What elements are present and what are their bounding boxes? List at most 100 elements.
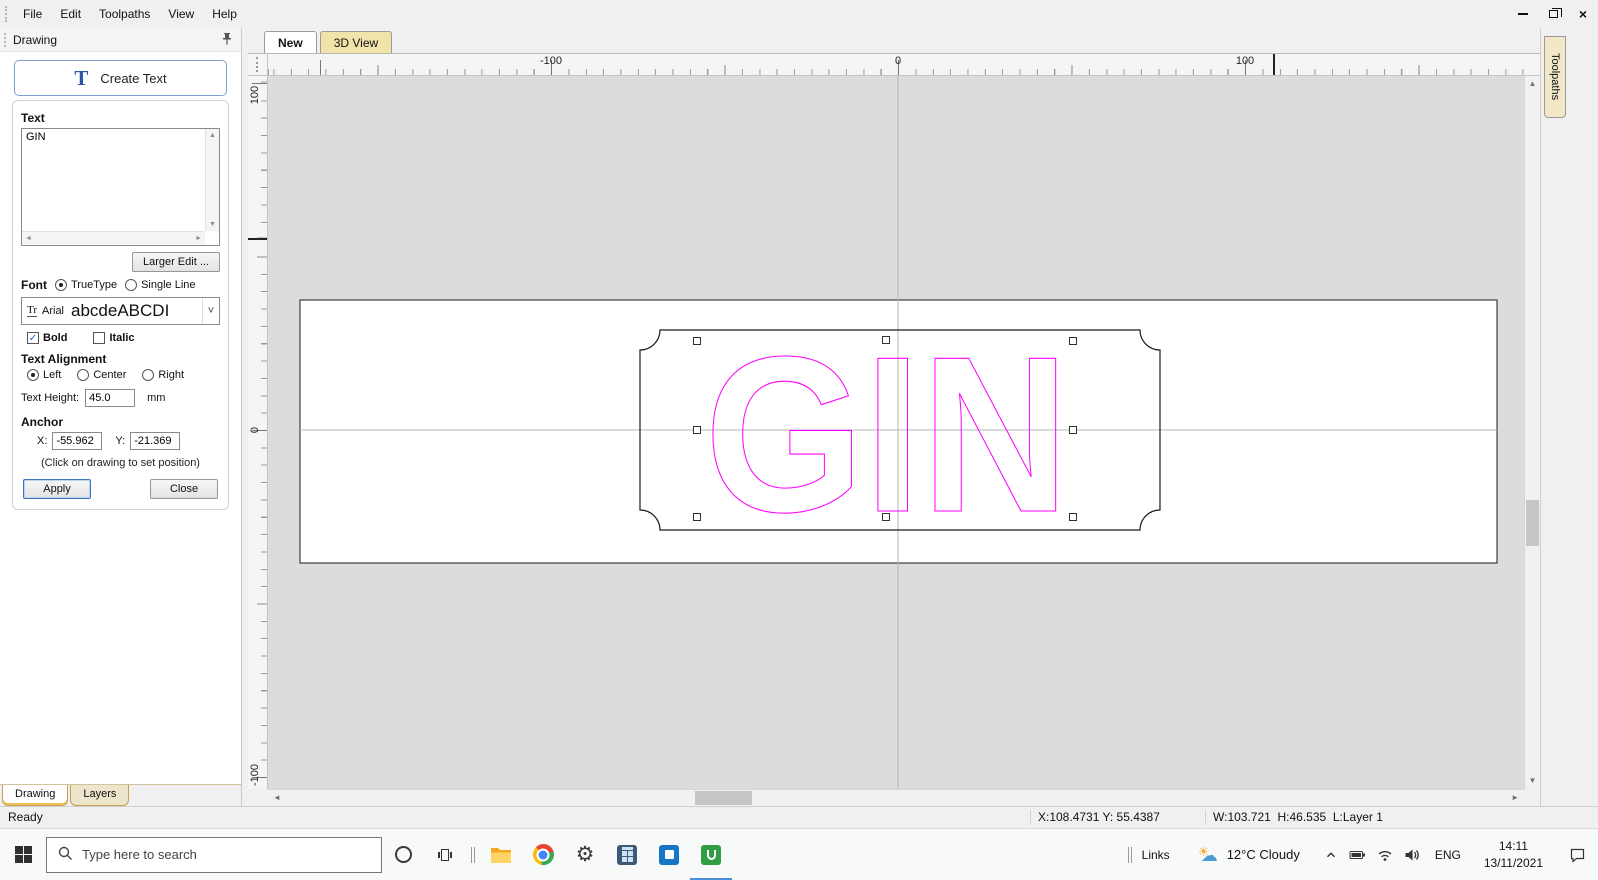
- search-icon: [58, 846, 73, 864]
- minimize-button[interactable]: [1508, 0, 1538, 28]
- taskbar-clock[interactable]: 14:11 13/11/2021: [1476, 838, 1551, 870]
- selection-handle[interactable]: [1069, 513, 1077, 521]
- task-view-button[interactable]: [424, 829, 466, 880]
- checkmark-icon: ✓: [27, 332, 39, 344]
- drawing-panel: Drawing T Create Text Text GIN ▲ ▼ ◄ ► L…: [0, 28, 242, 806]
- scroll-right-icon[interactable]: ►: [195, 235, 202, 242]
- selection-handle[interactable]: [1069, 337, 1077, 345]
- selection-handle[interactable]: [693, 426, 701, 434]
- drawing-viewport[interactable]: GIN: [268, 76, 1524, 789]
- taskbar-search[interactable]: [46, 836, 382, 873]
- restore-button[interactable]: [1538, 0, 1568, 28]
- text-vector-gin[interactable]: GIN: [704, 310, 1070, 559]
- vertical-scroll-thumb[interactable]: [1526, 500, 1539, 546]
- window-controls: ×: [1508, 0, 1598, 28]
- settings-button[interactable]: ⚙: [564, 829, 606, 880]
- apply-button[interactable]: Apply: [23, 479, 91, 499]
- menu-bar: File Edit Toolpaths View Help ×: [0, 0, 1598, 28]
- menu-edit[interactable]: Edit: [51, 0, 90, 28]
- scroll-up-icon[interactable]: ▲: [206, 132, 219, 139]
- anchor-x-label: X:: [37, 435, 48, 447]
- anchor-y-input[interactable]: [130, 432, 181, 450]
- alignment-label: Text Alignment: [21, 352, 107, 366]
- textarea-vertical-scrollbar[interactable]: ▲ ▼: [205, 129, 219, 231]
- larger-edit-button[interactable]: Larger Edit ...: [131, 252, 220, 272]
- cortana-button[interactable]: [382, 829, 424, 880]
- selection-handle[interactable]: [693, 513, 701, 521]
- align-left-radio[interactable]: Left: [27, 369, 61, 381]
- file-explorer-button[interactable]: [480, 829, 522, 880]
- weather-text: 12°C Cloudy: [1226, 847, 1300, 862]
- menubar-grip[interactable]: [5, 6, 8, 22]
- selection-handle[interactable]: [1069, 426, 1077, 434]
- links-toolbar[interactable]: Links: [1112, 829, 1184, 880]
- scroll-right-icon[interactable]: ►: [1511, 794, 1519, 802]
- search-input[interactable]: [82, 847, 370, 862]
- bold-checkbox[interactable]: ✓ Bold: [27, 332, 67, 344]
- status-divider: [1205, 810, 1206, 825]
- font-select[interactable]: Tr Arial abcdeABCDI ˅: [21, 297, 220, 325]
- toolpaths-tab[interactable]: Toolpaths: [1544, 36, 1566, 118]
- truetype-font-icon: Tr: [27, 304, 37, 317]
- taskbar-right: Links ☀ ☁ 12°C Cloudy ENG 14:11 13/11/20…: [1112, 829, 1598, 880]
- close-button[interactable]: ×: [1568, 0, 1598, 28]
- file-explorer-icon: [491, 847, 511, 863]
- textarea-horizontal-scrollbar[interactable]: ◄ ►: [22, 231, 205, 245]
- scroll-down-icon[interactable]: ▼: [1525, 777, 1540, 785]
- drawing-canvas: GIN: [299, 76, 1498, 789]
- scroll-up-icon[interactable]: ▲: [1525, 80, 1540, 88]
- selection-handle[interactable]: [882, 513, 890, 521]
- font-preview: abcdeABCDI: [71, 301, 170, 320]
- tab-drawing[interactable]: Drawing: [2, 785, 69, 806]
- tab-layers[interactable]: Layers: [70, 785, 130, 806]
- text-height-input[interactable]: [85, 389, 136, 407]
- align-right-radio[interactable]: Right: [142, 369, 184, 381]
- anchor-x-input[interactable]: [52, 432, 103, 450]
- selection-handle[interactable]: [693, 337, 701, 345]
- weather-widget[interactable]: ☀ ☁ 12°C Cloudy: [1184, 829, 1314, 880]
- vertical-scrollbar[interactable]: ▲ ▼: [1524, 76, 1540, 789]
- panel-grip[interactable]: [4, 32, 7, 47]
- italic-checkbox[interactable]: Italic: [93, 332, 135, 344]
- checkbox-box: [93, 332, 106, 344]
- scroll-down-icon[interactable]: ▼: [206, 221, 219, 228]
- wifi-icon[interactable]: [1377, 848, 1393, 862]
- scroll-left-icon[interactable]: ◄: [273, 794, 281, 802]
- text-tool-icon: T: [74, 65, 89, 90]
- tab-3d-view[interactable]: 3D View: [319, 31, 393, 53]
- font-label: Font: [21, 278, 47, 292]
- blue-app-button[interactable]: [648, 829, 690, 880]
- status-bar: Ready X:108.4731 Y: 55.4387 W:103.721 H:…: [0, 806, 1598, 828]
- restore-icon: [1548, 8, 1562, 18]
- speaker-icon[interactable]: [1404, 848, 1420, 862]
- create-text-title: Create Text: [100, 70, 167, 86]
- align-center-radio[interactable]: Center: [77, 369, 126, 381]
- text-entry[interactable]: GIN: [22, 129, 205, 231]
- scroll-left-icon[interactable]: ◄: [25, 235, 32, 242]
- selection-handle[interactable]: [882, 336, 890, 344]
- font-truetype-radio[interactable]: TrueType: [55, 279, 117, 291]
- anchor-hint: (Click on drawing to set position): [41, 457, 200, 469]
- pin-icon[interactable]: [221, 32, 233, 48]
- language-indicator[interactable]: ENG: [1431, 848, 1465, 862]
- tray-chevron-icon[interactable]: [1324, 848, 1338, 862]
- chrome-button[interactable]: [522, 829, 564, 880]
- menu-view[interactable]: View: [159, 0, 203, 28]
- close-panel-button[interactable]: Close: [150, 479, 218, 499]
- battery-icon[interactable]: [1349, 848, 1366, 862]
- start-button[interactable]: [0, 829, 46, 880]
- clock-time: 14:11: [1498, 839, 1528, 854]
- links-label: Links: [1141, 847, 1170, 862]
- menu-file[interactable]: File: [14, 0, 51, 28]
- calculator-button[interactable]: [606, 829, 648, 880]
- toolbar-grip[interactable]: [1126, 846, 1134, 863]
- menu-toolpaths[interactable]: Toolpaths: [90, 0, 159, 28]
- menu-help[interactable]: Help: [203, 0, 246, 28]
- font-single-line-radio[interactable]: Single Line: [125, 279, 196, 291]
- dropdown-arrow-icon[interactable]: ˅: [202, 298, 219, 324]
- horizontal-scrollbar[interactable]: ◄ ►: [268, 789, 1524, 806]
- vectric-app-button[interactable]: [690, 829, 732, 880]
- tab-new[interactable]: New: [264, 31, 317, 53]
- horizontal-scroll-thumb[interactable]: [695, 791, 752, 805]
- action-center-button[interactable]: [1561, 829, 1598, 880]
